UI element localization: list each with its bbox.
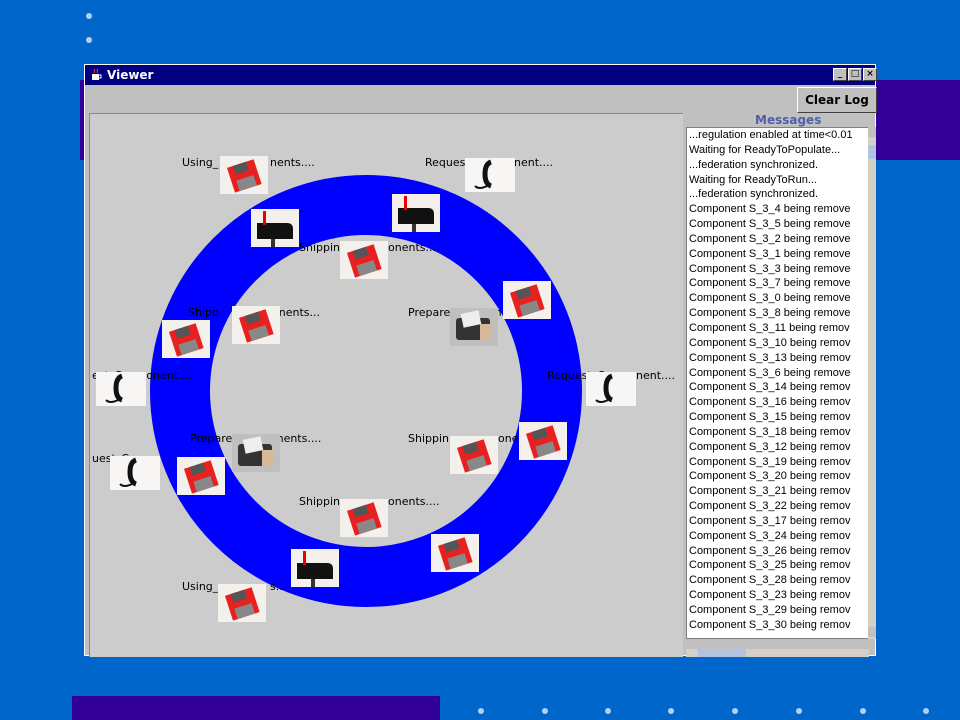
message-log[interactable]: ...regulation enabled at time<0.01 Waitin… xyxy=(686,127,876,639)
message-line: Component S_3_28 being remov xyxy=(689,574,851,587)
floppy-disk-icon[interactable] xyxy=(431,534,479,572)
java-cup-icon[interactable] xyxy=(89,68,103,82)
message-line: Component S_3_10 being remov xyxy=(689,336,851,349)
bullet-dot xyxy=(796,708,802,714)
message-line: Component S_3_19 being remov xyxy=(689,455,851,468)
node-label-using-bottom: Using_ xyxy=(182,580,219,593)
floppy-disk-icon[interactable] xyxy=(162,320,210,358)
node-label-shipping-left: Shipp xyxy=(188,306,219,319)
message-line: Component S_3_5 being remove xyxy=(689,218,851,231)
card-reader-icon[interactable] xyxy=(232,434,280,472)
scroll-up-arrow[interactable] xyxy=(868,127,876,137)
floppy-disk-icon[interactable] xyxy=(503,281,551,319)
accent-band-right xyxy=(876,80,960,160)
telephone-icon[interactable] xyxy=(465,158,515,192)
message-line: Component S_3_24 being remov xyxy=(689,529,851,542)
message-line: Component S_3_26 being remov xyxy=(689,544,851,557)
scroll-down-arrow[interactable] xyxy=(868,627,876,637)
message-line: Component S_3_29 being remov xyxy=(689,604,851,616)
message-line: Component S_3_1 being remove xyxy=(689,247,851,260)
message-line: Waiting for ReadyToPopulate... xyxy=(689,143,841,156)
message-line: Component S_3_14 being remov xyxy=(689,381,851,394)
maximize-button[interactable]: □ xyxy=(848,68,862,81)
bullet-dot xyxy=(86,13,92,19)
message-line: Component S_3_20 being remov xyxy=(689,470,851,483)
message-line: Component S_3_30 being remov xyxy=(689,618,851,631)
message-line: Waiting for ReadyToRun... xyxy=(689,173,817,186)
message-line: Component S_3_3 being remove xyxy=(689,262,851,275)
message-line: ...regulation enabled at time<0.01 xyxy=(689,129,853,141)
floppy-disk-icon[interactable] xyxy=(177,457,225,495)
close-button[interactable]: × xyxy=(863,68,877,81)
telephone-icon[interactable] xyxy=(96,372,146,406)
mailbox-icon[interactable] xyxy=(392,194,440,232)
floppy-disk-icon[interactable] xyxy=(232,306,280,344)
accent-band-bottom xyxy=(72,696,440,720)
telephone-icon[interactable] xyxy=(586,372,636,406)
window-titlebar[interactable]: Viewer _ □ × xyxy=(85,65,877,85)
message-line: ...federation synchronized. xyxy=(689,158,819,171)
message-line: Component S_3_17 being remov xyxy=(689,514,851,527)
viewer-window: Viewer _ □ × Clear Log Using_ nents.... … xyxy=(84,64,877,657)
bullet-dot xyxy=(732,708,738,714)
message-line: Component S_3_4 being remove xyxy=(689,203,851,216)
message-line: ...federation synchronized. xyxy=(689,188,819,201)
message-line: Component S_3_15 being remov xyxy=(689,411,851,424)
message-line: Component S_3_21 being remov xyxy=(689,485,851,498)
message-line: Component S_3_23 being remov xyxy=(689,589,851,602)
scroll-thumb[interactable] xyxy=(868,145,876,159)
telephone-icon[interactable] xyxy=(110,456,160,490)
messages-title: Messages xyxy=(755,113,822,127)
message-line: Component S_3_13 being remov xyxy=(689,351,851,364)
bullet-dot xyxy=(923,708,929,714)
message-line: Component S_3_18 being remov xyxy=(689,425,851,438)
floppy-disk-icon[interactable] xyxy=(340,499,388,537)
bullet-dot xyxy=(478,708,484,714)
message-line: Component S_3_11 being remov xyxy=(689,321,850,334)
bullet-dot xyxy=(605,708,611,714)
node-label-shipping-right-tail: one xyxy=(498,432,519,445)
node-label-shipping-top: Shippin xyxy=(299,241,341,254)
window-title: Viewer xyxy=(107,68,154,82)
horizontal-scrollbar[interactable] xyxy=(686,649,869,657)
bullet-dot xyxy=(86,37,92,43)
minimize-button[interactable]: _ xyxy=(833,68,847,81)
clear-log-button[interactable]: Clear Log xyxy=(797,87,877,113)
floppy-disk-icon[interactable] xyxy=(450,436,498,474)
card-reader-icon[interactable] xyxy=(450,308,498,346)
node-label-shipping-top-tail: onents.... xyxy=(388,241,440,254)
floppy-disk-icon[interactable] xyxy=(218,584,266,622)
floppy-disk-icon[interactable] xyxy=(519,422,567,460)
node-label-using-bottom-tail: s... xyxy=(270,580,287,593)
node-label-using-top: Using_ xyxy=(182,156,219,169)
mailbox-icon[interactable] xyxy=(251,209,299,247)
bullet-dot xyxy=(860,708,866,714)
node-label-using-top-tail: nents.... xyxy=(270,156,315,169)
node-label-shipping-bottom-tail: onents.... xyxy=(388,495,440,508)
scroll-thumb-horizontal[interactable] xyxy=(698,649,746,657)
message-line: Component S_3_2 being remove xyxy=(689,232,851,245)
message-line: Component S_3_7 being remove xyxy=(689,277,851,290)
message-line: Component S_3_25 being remov xyxy=(689,559,851,572)
bullet-dot xyxy=(542,708,548,714)
message-line: Component S_3_0 being remove xyxy=(689,292,851,305)
mailbox-icon[interactable] xyxy=(291,549,339,587)
message-line: Component S_3_12 being remov xyxy=(689,440,851,453)
message-line: Component S_3_16 being remov xyxy=(689,396,851,409)
vertical-scrollbar[interactable] xyxy=(868,127,876,639)
simulation-canvas: Using_ nents.... Request_Component.... S… xyxy=(89,113,683,657)
message-line: Component S_3_22 being remov xyxy=(689,500,851,513)
floppy-disk-icon[interactable] xyxy=(340,241,388,279)
node-label-shipping-bottom: Shippin xyxy=(299,495,341,508)
node-label-shipping-right: Shippin xyxy=(408,432,450,445)
floppy-disk-icon[interactable] xyxy=(220,156,268,194)
bullet-dot xyxy=(668,708,674,714)
message-line: Component S_3_8 being remove xyxy=(689,307,851,320)
message-line: Component S_3_6 being remove xyxy=(689,366,851,379)
